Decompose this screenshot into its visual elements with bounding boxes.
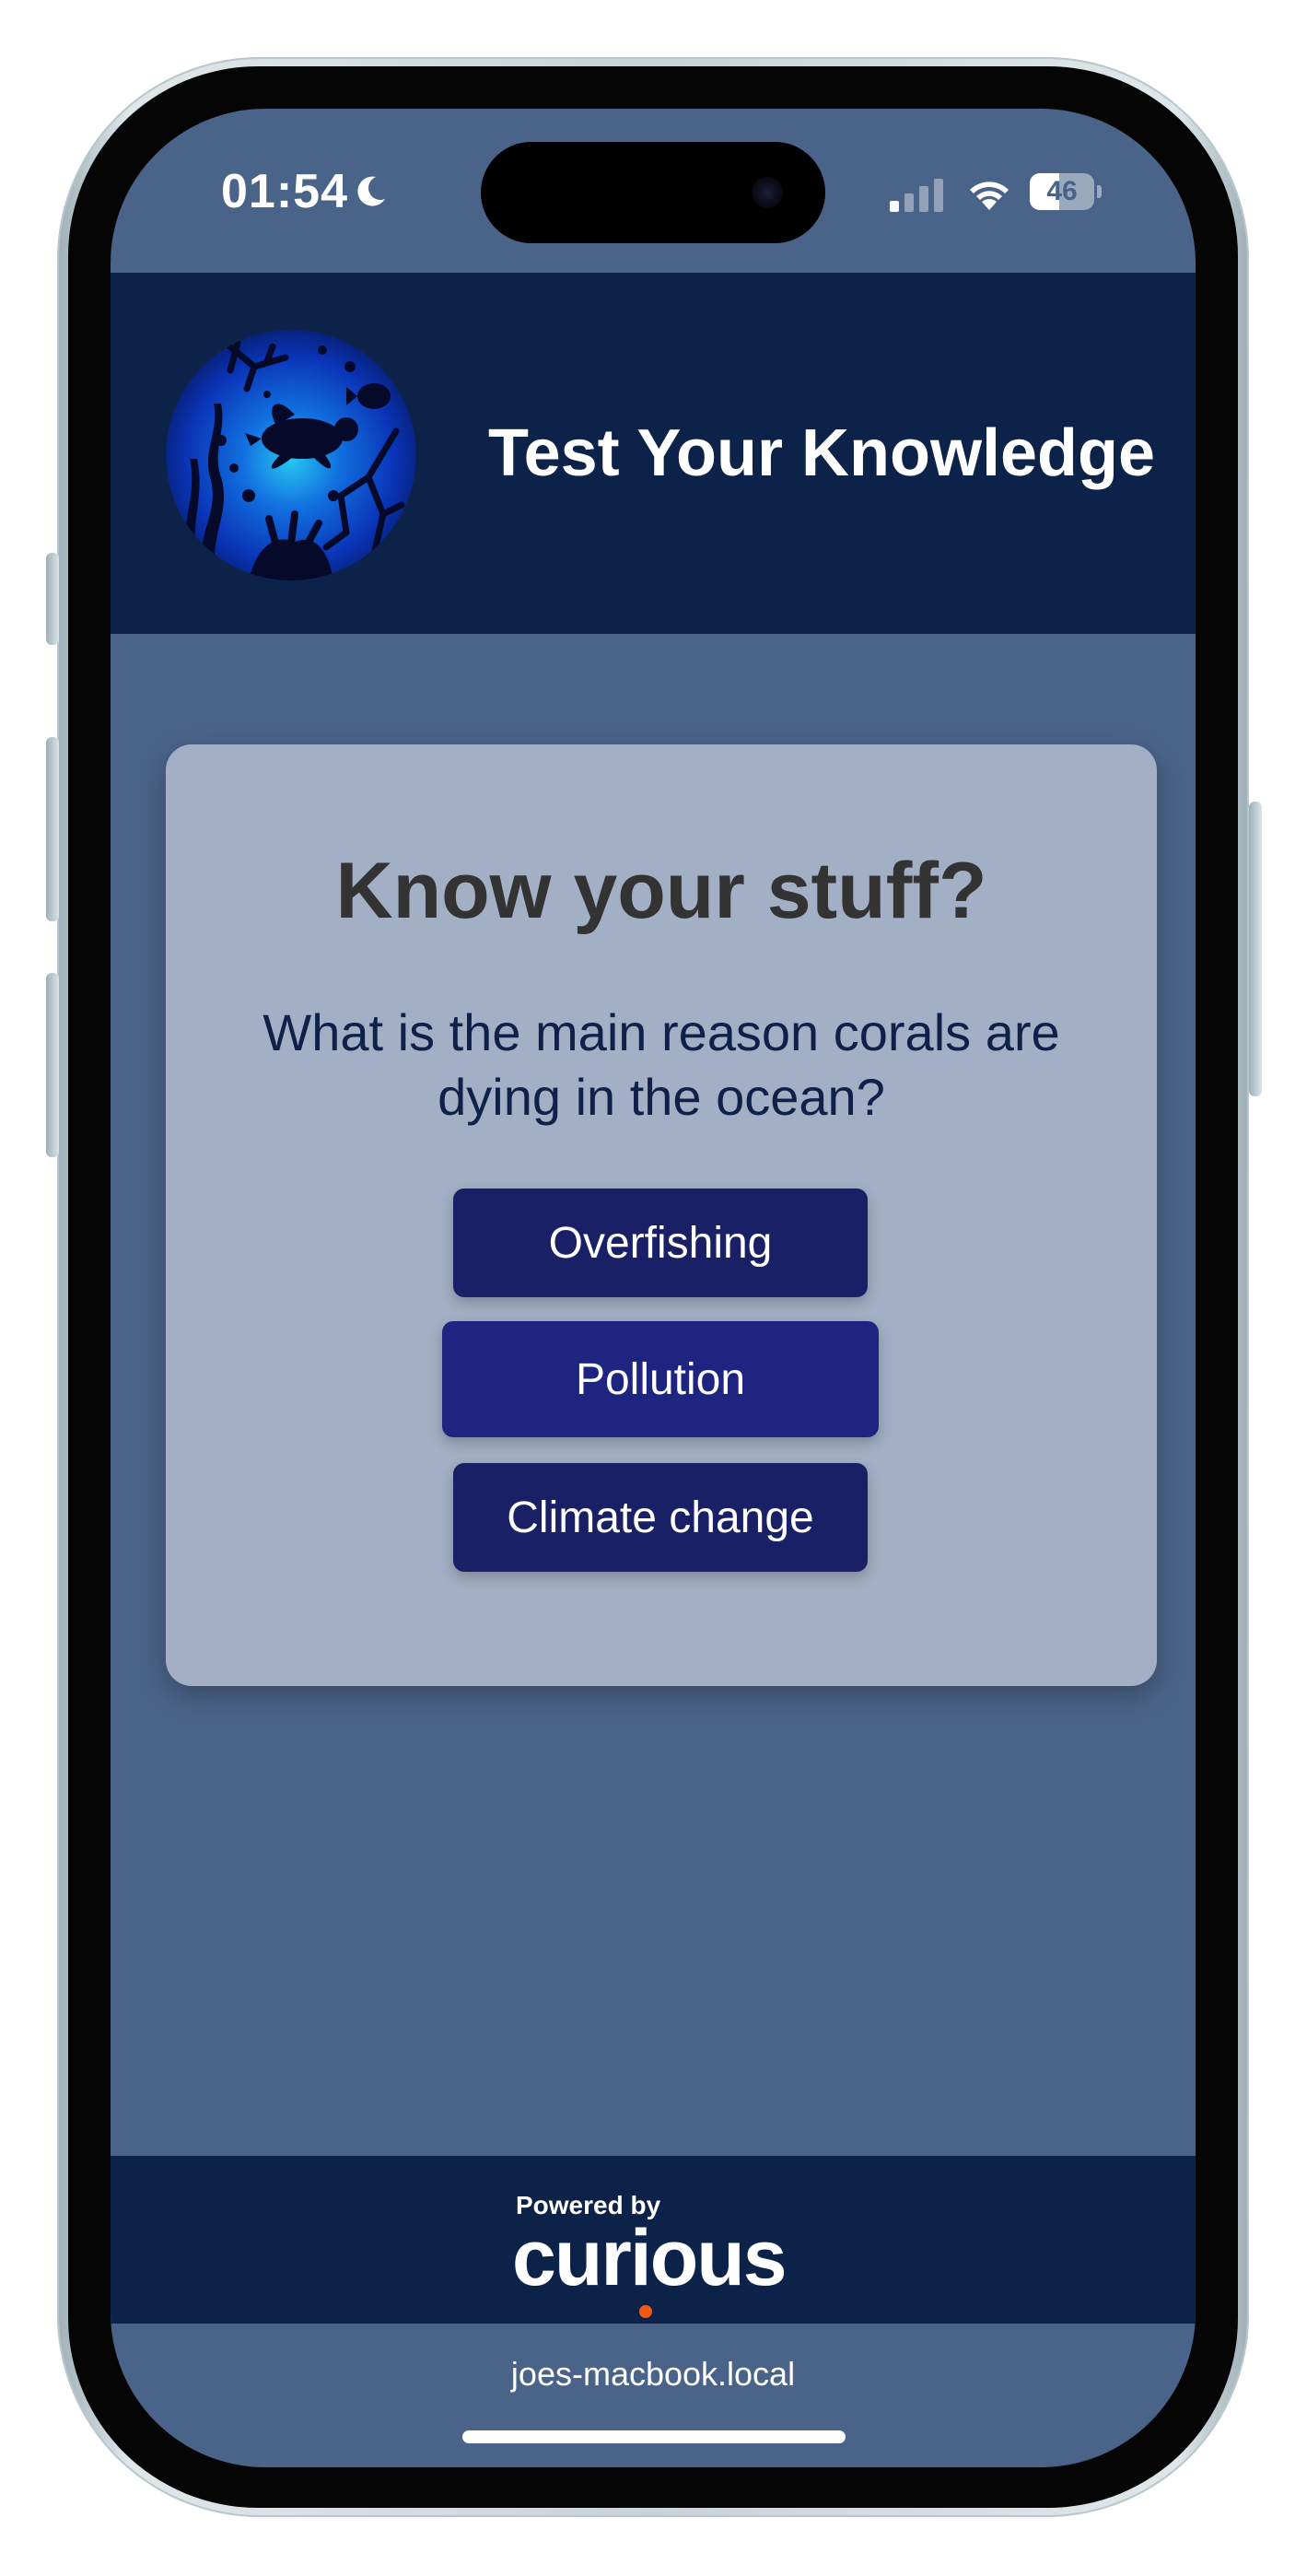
app-footer: Powered by curious: [111, 2156, 1196, 2324]
power-button: [1249, 802, 1262, 1096]
app-header: Test Your Knowledge: [111, 273, 1196, 634]
home-indicator[interactable]: [462, 2430, 846, 2443]
cellular-signal-icon: [890, 179, 943, 212]
dynamic-island: [481, 142, 825, 243]
browser-url[interactable]: joes-macbook.local: [111, 2355, 1196, 2394]
answer-button-pollution[interactable]: Pollution: [442, 1321, 879, 1437]
battery-body: 46: [1030, 173, 1094, 210]
wifi-icon: [970, 181, 1009, 210]
answer-button-overfishing[interactable]: Overfishing: [453, 1188, 868, 1297]
quiz-question: What is the main reason corals are dying…: [263, 1003, 1060, 1126]
battery-percent: 46: [1046, 176, 1078, 206]
battery-icon: 46: [1030, 173, 1102, 210]
phone-screen: 01:54 46 Test Your Knowledge Know your s…: [111, 109, 1196, 2467]
quiz-card: Know your stuff? What is the main reason…: [166, 744, 1157, 1686]
page-title: Test Your Knowledge: [487, 416, 1156, 490]
curious-logo[interactable]: curious: [512, 2207, 807, 2318]
quiz-heading: Know your stuff?: [335, 847, 987, 935]
camera-icon: [752, 177, 783, 208]
status-bar: 01:54 46: [111, 109, 1196, 273]
moon-icon: [357, 176, 385, 206]
ocean-turtle-logo-icon: [166, 330, 416, 580]
logo-artwork: [166, 330, 416, 580]
status-time: 01:54: [221, 165, 348, 218]
battery-nub: [1097, 185, 1102, 198]
volume-down-button: [46, 973, 59, 1157]
brand-dot-icon: [639, 2305, 652, 2318]
answer-button-climate-change[interactable]: Climate change: [453, 1463, 868, 1572]
brand-name: curious: [512, 2214, 788, 2302]
volume-up-button: [46, 737, 59, 921]
action-button: [46, 553, 59, 645]
